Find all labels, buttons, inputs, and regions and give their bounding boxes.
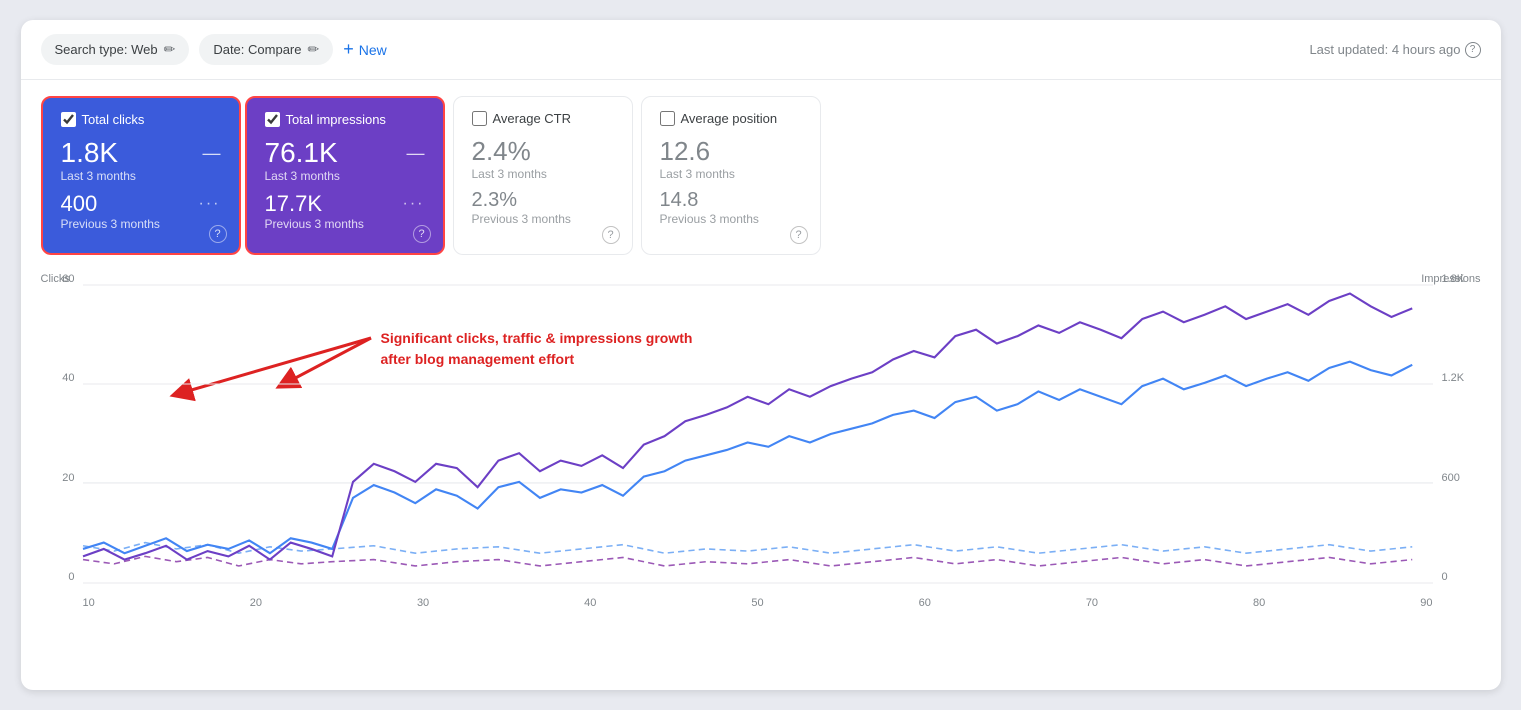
- total-clicks-dots: ···: [199, 195, 221, 213]
- search-type-label: Search type: Web: [55, 42, 158, 57]
- chart-area: Clicks Impressions 60 40 20 0 1.8K 1.2K …: [21, 263, 1501, 633]
- new-label: New: [359, 42, 387, 58]
- current-clicks-line: [83, 362, 1412, 554]
- x-tick-80: 80: [1253, 597, 1265, 609]
- average-position-prev-period: Previous 3 months: [660, 212, 802, 226]
- average-position-current-value: 12.6: [660, 136, 711, 167]
- total-clicks-prev-period: Previous 3 months: [61, 217, 221, 231]
- total-clicks-prev-value: 400: [61, 191, 98, 217]
- prev-impressions-line: [83, 556, 1412, 566]
- average-position-info-icon[interactable]: ?: [790, 226, 808, 244]
- x-tick-40: 40: [584, 597, 596, 609]
- total-impressions-dots: ···: [403, 195, 425, 213]
- plus-icon: +: [343, 39, 354, 60]
- y-left-60: 60: [62, 273, 74, 285]
- average-ctr-checkbox[interactable]: [472, 111, 487, 126]
- y-right-0: 0: [1442, 571, 1448, 583]
- average-ctr-prev-value: 2.3%: [472, 189, 518, 212]
- y-axis-right: 1.8K 1.2K 600 0: [1436, 273, 1481, 583]
- average-ctr-info-icon[interactable]: ?: [602, 226, 620, 244]
- chart-svg: [83, 285, 1433, 583]
- y-right-600: 600: [1442, 472, 1460, 484]
- total-impressions-current-period: Last 3 months: [265, 169, 425, 183]
- average-ctr-prev-period: Previous 3 months: [472, 212, 614, 226]
- y-right-18k: 1.8K: [1442, 273, 1465, 285]
- x-tick-50: 50: [751, 597, 763, 609]
- x-tick-10: 10: [83, 597, 95, 609]
- main-card: Search type: Web ✏ Date: Compare ✏ + New…: [21, 20, 1501, 690]
- y-axis-left: 60 40 20 0: [41, 273, 81, 583]
- total-clicks-checkbox[interactable]: [61, 112, 76, 127]
- total-clicks-current-period: Last 3 months: [61, 169, 221, 183]
- help-icon: ?: [1465, 42, 1481, 58]
- total-clicks-label: Total clicks: [82, 112, 145, 127]
- average-position-current-period: Last 3 months: [660, 167, 802, 181]
- x-tick-70: 70: [1086, 597, 1098, 609]
- x-tick-30: 30: [417, 597, 429, 609]
- x-tick-20: 20: [250, 597, 262, 609]
- last-updated: Last updated: 4 hours ago ?: [1309, 42, 1480, 58]
- total-clicks-current-value: 1.8K: [61, 137, 119, 169]
- total-impressions-prev-period: Previous 3 months: [265, 217, 425, 231]
- total-impressions-dash: —: [407, 143, 425, 164]
- y-left-20: 20: [62, 472, 74, 484]
- metric-total-impressions[interactable]: Total impressions 76.1K — Last 3 months …: [245, 96, 445, 255]
- total-clicks-info-icon[interactable]: ?: [209, 225, 227, 243]
- average-ctr-current-period: Last 3 months: [472, 167, 614, 181]
- total-impressions-checkbox[interactable]: [265, 112, 280, 127]
- x-axis: 10 20 30 40 50 60 70 80 90: [83, 597, 1433, 609]
- average-position-prev-value: 14.8: [660, 189, 699, 212]
- y-left-0: 0: [68, 571, 74, 583]
- metric-average-position[interactable]: Average position 12.6 Last 3 months 14.8…: [641, 96, 821, 255]
- average-position-label: Average position: [681, 111, 778, 126]
- search-type-button[interactable]: Search type: Web ✏: [41, 34, 190, 65]
- new-button[interactable]: + New: [343, 39, 387, 60]
- date-button[interactable]: Date: Compare ✏: [199, 34, 333, 65]
- chart-wrapper: Clicks Impressions 60 40 20 0 1.8K 1.2K …: [41, 273, 1481, 613]
- total-impressions-info-icon[interactable]: ?: [413, 225, 431, 243]
- average-ctr-label: Average CTR: [493, 111, 572, 126]
- y-left-40: 40: [62, 372, 74, 384]
- average-position-checkbox[interactable]: [660, 111, 675, 126]
- x-tick-60: 60: [919, 597, 931, 609]
- total-clicks-dash: —: [203, 143, 221, 164]
- last-updated-text: Last updated: 4 hours ago: [1309, 42, 1460, 57]
- total-impressions-prev-value: 17.7K: [265, 191, 323, 217]
- average-ctr-current-value: 2.4%: [472, 136, 531, 167]
- current-impressions-line: [83, 294, 1412, 560]
- toolbar: Search type: Web ✏ Date: Compare ✏ + New…: [21, 20, 1501, 80]
- metric-average-ctr[interactable]: Average CTR 2.4% Last 3 months 2.3% Prev…: [453, 96, 633, 255]
- edit-icon: ✏: [164, 41, 176, 58]
- edit-icon-date: ✏: [307, 41, 319, 58]
- metrics-row: Total clicks 1.8K — Last 3 months 400 ··…: [21, 80, 1501, 263]
- x-tick-90: 90: [1420, 597, 1432, 609]
- total-impressions-current-value: 76.1K: [265, 137, 338, 169]
- metric-total-clicks[interactable]: Total clicks 1.8K — Last 3 months 400 ··…: [41, 96, 241, 255]
- y-right-12k: 1.2K: [1442, 372, 1465, 384]
- date-label: Date: Compare: [213, 42, 301, 57]
- total-impressions-label: Total impressions: [286, 112, 386, 127]
- chart-svg-wrapper: [83, 285, 1433, 583]
